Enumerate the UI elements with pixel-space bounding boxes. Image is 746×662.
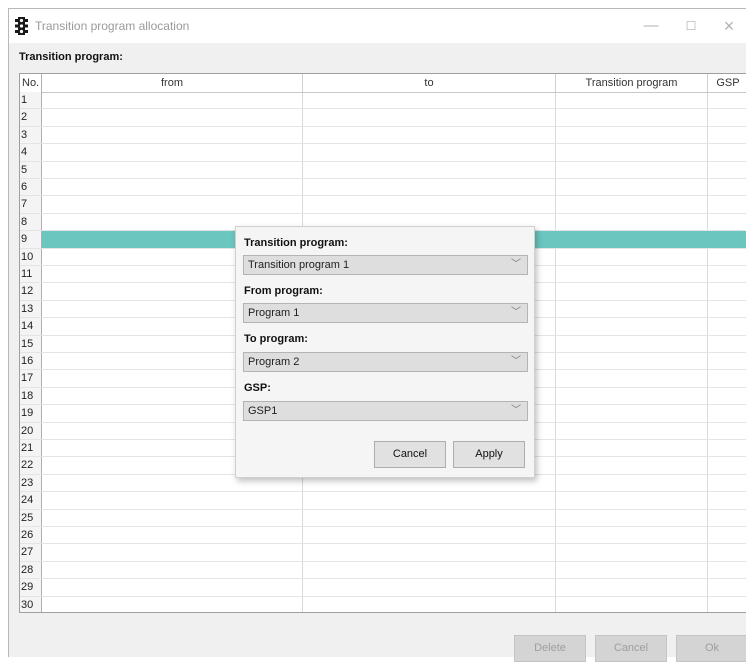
title-bar: Transition program allocation — ☐ × [9, 9, 746, 43]
table-row[interactable]: 2 [20, 109, 746, 127]
apply-button[interactable]: Apply [453, 441, 525, 468]
table-row[interactable]: 27 [20, 544, 746, 562]
transition-program-select[interactable]: Transition program 1 ﹀ [243, 255, 528, 275]
row-number: 7 [20, 196, 42, 213]
row-number: 5 [20, 161, 42, 178]
row-number: 3 [20, 126, 42, 144]
column-header-transition-program[interactable]: Transition program [556, 74, 708, 92]
row-number: 27 [20, 544, 42, 561]
column-header-no[interactable]: No. [20, 74, 42, 92]
table-row[interactable]: 3 [20, 126, 746, 145]
traffic-light-icon [15, 17, 28, 35]
gsp-value: GSP1 [248, 405, 278, 417]
popup-cancel-button[interactable]: Cancel [374, 441, 446, 468]
maximize-button[interactable]: ☐ [679, 15, 703, 37]
row-number: 17 [20, 370, 42, 387]
chevron-down-icon: ﹀ [511, 259, 521, 270]
window-title: Transition program allocation [35, 19, 190, 33]
column-header-to[interactable]: to [303, 74, 556, 92]
row-number: 13 [20, 300, 42, 318]
chevron-down-icon: ﹀ [511, 307, 521, 318]
table-row[interactable]: 30 [20, 596, 746, 612]
table-row[interactable]: 26 [20, 527, 746, 545]
row-number: 21 [20, 440, 42, 457]
ok-button[interactable]: Ok [676, 635, 746, 662]
column-header-from[interactable]: from [42, 74, 303, 92]
table-row[interactable]: 5 [20, 161, 746, 179]
from-program-value: Program 1 [248, 307, 300, 319]
from-program-select[interactable]: Program 1 ﹀ [243, 303, 528, 323]
table-row[interactable]: 1 [20, 92, 746, 110]
row-number: 22 [20, 457, 42, 474]
table-row[interactable]: 6 [20, 179, 746, 197]
row-number: 8 [20, 213, 42, 231]
row-number: 4 [20, 144, 42, 161]
table-row[interactable]: 24 [20, 492, 746, 510]
row-number: 6 [20, 179, 42, 196]
row-number: 20 [20, 422, 42, 439]
row-number: 25 [20, 509, 42, 526]
close-button[interactable]: × [717, 15, 741, 37]
row-number: 10 [20, 248, 42, 265]
table-row[interactable]: 25 [20, 509, 746, 527]
chevron-down-icon: ﹀ [511, 405, 521, 416]
section-label: Transition program: [19, 51, 123, 63]
to-program-value: Program 2 [248, 356, 300, 368]
row-number: 24 [20, 492, 42, 509]
row-number: 12 [20, 283, 42, 300]
table-header: No. from to Transition program GSP [20, 74, 746, 93]
to-program-label: To program: [244, 333, 308, 345]
transition-program-label: Transition program: [244, 237, 348, 249]
row-number: 15 [20, 335, 42, 352]
row-number: 16 [20, 353, 42, 370]
minimize-button[interactable]: — [639, 15, 663, 37]
gsp-select[interactable]: GSP1 ﹀ [243, 401, 528, 421]
row-number: 30 [20, 596, 42, 612]
table-row[interactable]: 29 [20, 579, 746, 597]
row-number: 29 [20, 579, 42, 596]
row-number: 26 [20, 527, 42, 544]
row-number: 11 [20, 266, 42, 283]
transition-program-value: Transition program 1 [248, 259, 350, 271]
row-number: 1 [20, 92, 42, 109]
gsp-label: GSP: [244, 382, 271, 394]
row-number: 2 [20, 109, 42, 126]
column-header-gsp[interactable]: GSP [708, 74, 746, 92]
row-number: 14 [20, 318, 42, 335]
cancel-button[interactable]: Cancel [595, 635, 667, 662]
delete-button[interactable]: Delete [514, 635, 586, 662]
allocation-popup: Transition program: Transition program 1… [235, 226, 535, 478]
table-row[interactable]: 28 [20, 561, 746, 580]
row-number: 19 [20, 405, 42, 422]
row-number: 23 [20, 474, 42, 492]
row-number: 9 [20, 231, 42, 248]
row-number: 28 [20, 561, 42, 579]
chevron-down-icon: ﹀ [511, 356, 521, 367]
row-number: 18 [20, 387, 42, 405]
table-row[interactable]: 7 [20, 196, 746, 214]
table-row[interactable]: 4 [20, 144, 746, 162]
to-program-select[interactable]: Program 2 ﹀ [243, 352, 528, 372]
from-program-label: From program: [244, 285, 323, 297]
